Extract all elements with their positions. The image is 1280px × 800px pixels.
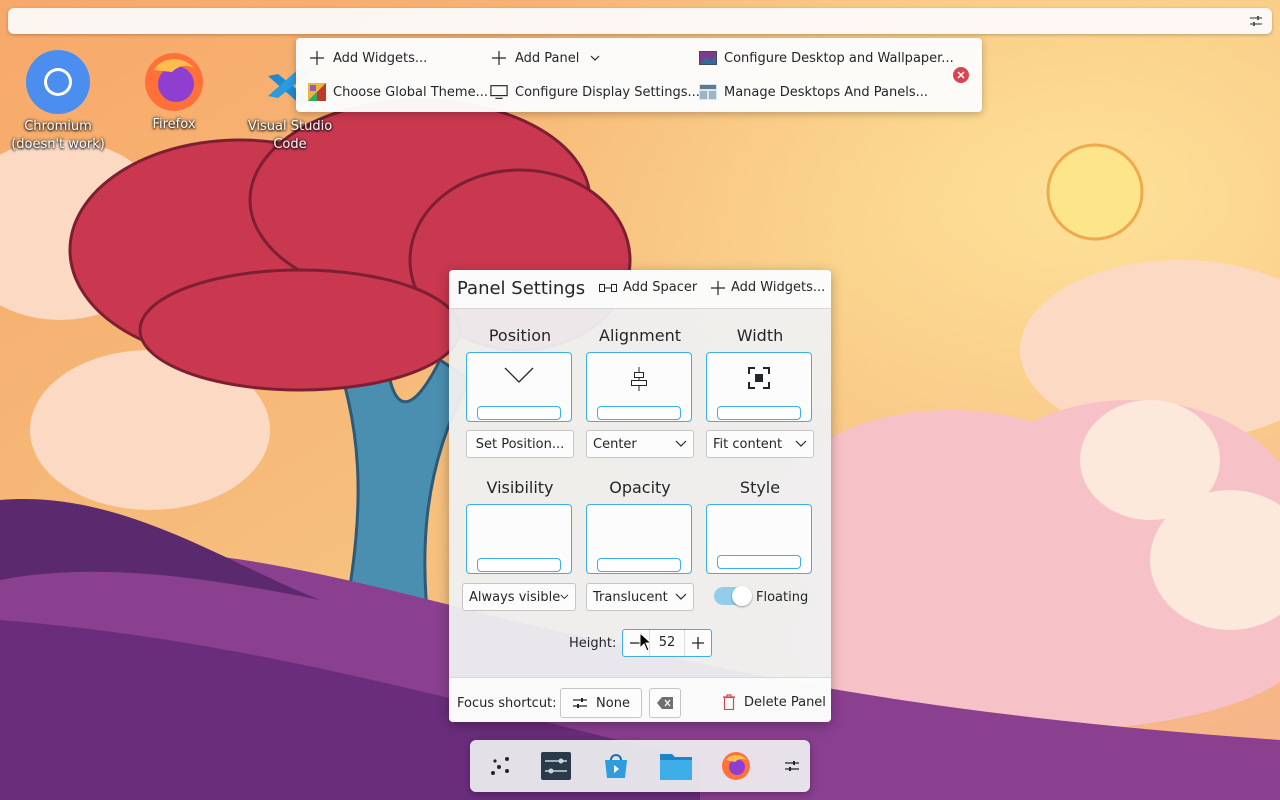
add-panel-label: Add Panel xyxy=(515,50,580,66)
monitor-icon xyxy=(490,83,508,101)
chevron-down-icon xyxy=(590,55,600,61)
focus-shortcut-value: None xyxy=(596,695,630,711)
theme-icon xyxy=(308,83,326,101)
discover-store-icon[interactable] xyxy=(600,750,632,782)
firefox-icon[interactable] xyxy=(720,750,752,782)
panel-preview-bar xyxy=(477,558,561,572)
alignment-title: Alignment xyxy=(599,326,681,345)
add-spacer-label: Add Spacer xyxy=(623,280,698,295)
desktop-icon-label: Chromium (doesn't work) xyxy=(11,119,105,152)
height-value[interactable]: 52 xyxy=(649,630,685,656)
chevron-down-icon xyxy=(675,440,687,447)
panel-preview-bar xyxy=(597,406,681,420)
shortcut-configure-icon xyxy=(573,698,588,708)
add-widgets-label: Add Widgets... xyxy=(333,50,428,66)
panel-preview-bar xyxy=(597,558,681,572)
mouse-cursor-icon xyxy=(639,632,653,652)
visibility-select[interactable]: Always visible xyxy=(462,583,576,611)
alignment-preview[interactable] xyxy=(586,352,692,422)
style-preview[interactable] xyxy=(706,504,812,574)
firefox-icon xyxy=(145,53,203,111)
plus-icon xyxy=(490,49,508,67)
floating-label: Floating xyxy=(756,590,809,605)
file-manager-icon[interactable] xyxy=(660,750,692,782)
alignment-select[interactable]: Center xyxy=(586,430,694,458)
choose-global-theme-label: Choose Global Theme... xyxy=(333,84,488,100)
panel-settings-header: Panel Settings Add Spacer Add Widgets... xyxy=(449,270,831,309)
visibility-title: Visibility xyxy=(486,478,554,497)
width-preview[interactable] xyxy=(706,352,812,422)
system-settings-icon[interactable] xyxy=(540,750,572,782)
position-preview[interactable] xyxy=(466,352,572,422)
desktop-icon-label: Firefox xyxy=(152,117,196,132)
add-widgets-label: Add Widgets... xyxy=(731,280,826,295)
close-edit-mode-icon[interactable] xyxy=(953,67,969,83)
opacity-preview[interactable] xyxy=(586,504,692,574)
height-label: Height: xyxy=(569,636,617,651)
plus-icon xyxy=(308,49,326,67)
wallpaper-icon xyxy=(699,49,717,67)
set-position-button[interactable]: Set Position... xyxy=(466,430,574,458)
configure-display-label: Configure Display Settings... xyxy=(515,84,700,100)
chevron-down-icon xyxy=(675,593,687,600)
height-spinbox[interactable]: 52 xyxy=(622,629,712,657)
manage-desktops-button[interactable]: Manage Desktops And Panels... xyxy=(699,83,928,101)
desktop-icon-firefox[interactable]: Firefox xyxy=(124,50,224,134)
choose-global-theme-button[interactable]: Choose Global Theme... xyxy=(308,83,488,101)
panel-preview-bar xyxy=(717,406,801,420)
chevron-down-icon xyxy=(504,367,534,383)
focus-shortcut-button[interactable]: None xyxy=(560,688,642,718)
app-launcher-icon[interactable] xyxy=(484,750,516,782)
set-position-label: Set Position... xyxy=(475,436,565,452)
trash-icon xyxy=(723,694,735,710)
delete-panel-label: Delete Panel xyxy=(744,694,826,710)
chevron-down-icon xyxy=(560,594,569,600)
configure-desktop-button[interactable]: Configure Desktop and Wallpaper... xyxy=(699,49,954,67)
clear-icon xyxy=(657,697,673,709)
desktop-icon-chromium[interactable]: Chromium (doesn't work) xyxy=(8,48,108,154)
manage-desktops-label: Manage Desktops And Panels... xyxy=(724,84,929,100)
desktop-icon-label: Visual Studio Code xyxy=(247,119,333,152)
width-select[interactable]: Fit content xyxy=(706,430,814,458)
bottom-panel xyxy=(470,740,810,792)
chevron-down-icon xyxy=(795,440,807,447)
configure-desktop-label: Configure Desktop and Wallpaper... xyxy=(724,50,954,66)
width-value: Fit content xyxy=(713,436,783,452)
toggle-knob xyxy=(732,586,752,606)
plus-icon xyxy=(711,280,725,295)
configure-display-button[interactable]: Configure Display Settings... xyxy=(490,83,700,101)
opacity-value: Translucent xyxy=(593,589,668,605)
focus-shortcut-label: Focus shortcut: xyxy=(457,696,557,711)
panel-configure-icon[interactable] xyxy=(776,750,808,782)
panel-preview-bar xyxy=(477,406,561,420)
panel-settings-title: Panel Settings xyxy=(457,278,586,299)
chromium-icon xyxy=(26,50,90,114)
alignment-value: Center xyxy=(593,436,637,452)
style-title: Style xyxy=(739,478,781,497)
position-title: Position xyxy=(488,326,552,345)
spacer-icon xyxy=(599,283,617,292)
visibility-value: Always visible xyxy=(469,589,561,605)
plus-icon xyxy=(692,637,704,649)
fit-content-icon xyxy=(748,367,770,389)
add-panel-button[interactable]: Add Panel xyxy=(490,49,600,67)
add-spacer-button[interactable]: Add Spacer xyxy=(599,280,697,295)
desktops-panels-icon xyxy=(699,83,717,101)
visibility-preview[interactable] xyxy=(466,504,572,574)
width-title: Width xyxy=(736,326,784,345)
add-widgets-button[interactable]: Add Widgets... xyxy=(711,280,825,295)
opacity-select[interactable]: Translucent xyxy=(586,583,694,611)
increase-height-button[interactable] xyxy=(684,630,711,656)
edit-mode-toolbar: Add Widgets... Add Panel Configure Deskt… xyxy=(296,38,982,112)
delete-panel-button[interactable]: Delete Panel xyxy=(722,694,826,710)
opacity-title: Opacity xyxy=(609,478,671,497)
add-widgets-button[interactable]: Add Widgets... xyxy=(308,49,427,67)
panel-configure-icon[interactable] xyxy=(1246,11,1266,31)
clear-shortcut-button[interactable] xyxy=(649,688,681,718)
panel-preview-bar xyxy=(717,555,801,569)
top-panel xyxy=(8,8,1272,34)
align-center-icon xyxy=(631,367,647,391)
